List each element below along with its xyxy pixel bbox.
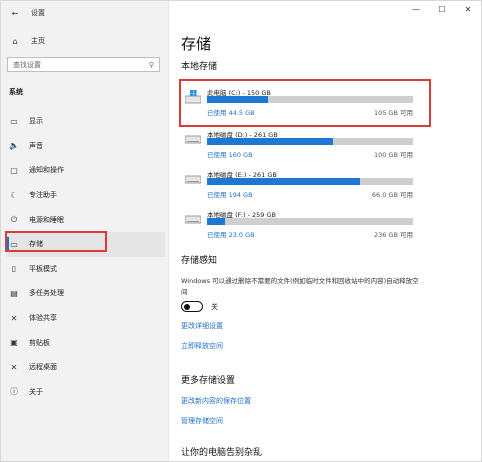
- share-icon: ✕: [10, 313, 18, 323]
- drive-usage-fill: [207, 178, 361, 185]
- toggle-state-label: 关: [211, 302, 218, 311]
- sidebar-item-label: 远程桌面: [29, 363, 57, 372]
- sidebar-item[interactable]: ✕ 远程桌面: [7, 355, 165, 380]
- annotation-highlight-storage: [5, 231, 107, 252]
- sidebar-item[interactable]: ☾ 专注助手: [7, 183, 165, 208]
- clipboard-icon: ▣: [10, 338, 18, 348]
- home-label: 主页: [31, 37, 45, 45]
- display-icon: ▭: [10, 116, 18, 126]
- sidebar-item[interactable]: ▢ 通知和操作: [7, 158, 165, 183]
- sidebar-item[interactable]: ▯ 平板模式: [7, 257, 165, 282]
- drive-free-text: 236 GB 可用: [373, 231, 413, 239]
- notification-icon: ▢: [10, 165, 18, 175]
- app-title: 设置: [31, 9, 45, 17]
- drive-free-text: 100 GB 可用: [373, 151, 413, 159]
- disk-drive-icon: [184, 132, 202, 146]
- annotation-highlight-drive-c: [179, 79, 431, 127]
- sidebar-item[interactable]: ▣ 剪贴板: [7, 330, 165, 355]
- drive-item[interactable]: 本地磁盘 (D:) - 261 GB 已使用 160 GB 100 GB 可用: [181, 125, 421, 161]
- free-space-now-link[interactable]: 立即释放空间: [181, 341, 223, 351]
- about-icon: ⓘ: [10, 387, 18, 397]
- power-icon: ⏻: [10, 214, 18, 224]
- drive-used-text: 已使用 194 GB: [207, 191, 253, 199]
- sidebar-item[interactable]: 🔈 声音: [7, 134, 165, 159]
- drive-usage-bar: [207, 218, 413, 225]
- sidebar-item-label: 剪贴板: [29, 338, 50, 347]
- drive-usage-bar: [207, 138, 413, 145]
- configure-storage-sense-link[interactable]: 更改详细设置: [181, 321, 223, 331]
- storage-sense-description: Windows 可以通过删除不需要的文件(例如临时文件和回收站中的内容)自动释放…: [181, 277, 419, 296]
- storage-sense-toggle[interactable]: [181, 301, 203, 312]
- search-input[interactable]: 查找设置 ⚲: [7, 57, 160, 72]
- sidebar-item-label: 体验共享: [29, 314, 57, 323]
- disk-drive-icon: [184, 212, 202, 226]
- main-content: 存储 本地存储 此电脑 (C:) - 150 GB 已使用 44.5 GB 105 …: [179, 1, 479, 461]
- tablet-icon: ▯: [11, 264, 17, 274]
- sidebar-item-label: 显示: [29, 117, 43, 126]
- drive-free-text: 66.0 GB 可用: [371, 191, 413, 199]
- sidebar-item[interactable]: ⓘ 关于: [7, 380, 165, 405]
- sidebar-item-label: 专注助手: [29, 191, 57, 200]
- home-link[interactable]: ⌂ 主页: [9, 35, 45, 47]
- sidebar-item-label: 声音: [29, 141, 43, 150]
- sidebar-item[interactable]: ⏻ 电源和睡眠: [7, 207, 165, 232]
- manage-storage-spaces-link[interactable]: 管理存储空间: [181, 416, 223, 426]
- drive-used-text: 已使用 23.0 GB: [207, 231, 255, 239]
- multitask-icon: ▤: [10, 288, 18, 298]
- page-title: 存储: [181, 35, 212, 53]
- sidebar-item[interactable]: ▭ 显示: [7, 109, 165, 134]
- back-arrow-icon[interactable]: ←: [9, 7, 21, 19]
- sidebar-item[interactable]: ▤ 多任务处理: [7, 281, 165, 306]
- more-storage-settings-heading: 更多存储设置: [181, 376, 236, 386]
- storage-sense-heading: 存储感知: [181, 256, 218, 266]
- sidebar-item-label: 平板模式: [29, 264, 57, 273]
- sidebar-item-label: 通知和操作: [29, 166, 64, 175]
- sound-icon: 🔈: [9, 141, 19, 151]
- sidebar-item[interactable]: ✕ 体验共享: [7, 306, 165, 331]
- sidebar-item-label: 多任务处理: [29, 289, 64, 298]
- drive-item[interactable]: 本地磁盘 (E:) - 261 GB 已使用 194 GB 66.0 GB 可用: [181, 165, 421, 201]
- sidebar-item-label: 电源和睡眠: [29, 215, 64, 224]
- drive-usage-fill: [207, 218, 226, 225]
- change-save-location-link[interactable]: 更改新内容的保存位置: [181, 396, 251, 406]
- local-storage-heading: 本地存储: [181, 62, 218, 72]
- search-placeholder: 查找设置: [13, 60, 41, 69]
- sidebar: ← 设置 ⌂ 主页 查找设置 ⚲ 系统 ▭ 显示 🔈 声音 ▢ 通知和操作 ☾ 专注助手 ⏻ 电源…: [1, 1, 169, 461]
- remote-desktop-icon: ✕: [10, 362, 18, 372]
- drive-usage-fill: [207, 138, 334, 145]
- drive-item[interactable]: 本地磁盘 (F:) - 259 GB 已使用 23.0 GB 236 GB 可用: [181, 205, 421, 241]
- disk-drive-icon: [184, 172, 202, 186]
- focus-assist-icon: ☾: [10, 190, 18, 200]
- search-icon: ⚲: [148, 60, 154, 69]
- drive-usage-bar: [207, 178, 413, 185]
- sidebar-item-label: 关于: [29, 387, 43, 396]
- tidy-up-heading: 让你的电脑告别杂乱: [181, 448, 263, 458]
- group-label: 系统: [9, 88, 23, 96]
- home-icon: ⌂: [12, 36, 18, 46]
- sidebar-nav: ▭ 显示 🔈 声音 ▢ 通知和操作 ☾ 专注助手 ⏻ 电源和睡眠 ▭ 存储 ▯ 平板模式 ▤ 多任务处理 ✕ 体验…: [7, 109, 165, 404]
- settings-window: ← 设置 ⌂ 主页 查找设置 ⚲ 系统 ▭ 显示 🔈 声音 ▢ 通知和操作 ☾ 专注助手 ⏻ 电源…: [0, 0, 482, 462]
- storage-sense-toggle-row: 关: [181, 301, 218, 312]
- drive-used-text: 已使用 160 GB: [207, 151, 253, 159]
- titlebar: ← 设置: [9, 7, 45, 19]
- toggle-knob: [184, 303, 190, 310]
